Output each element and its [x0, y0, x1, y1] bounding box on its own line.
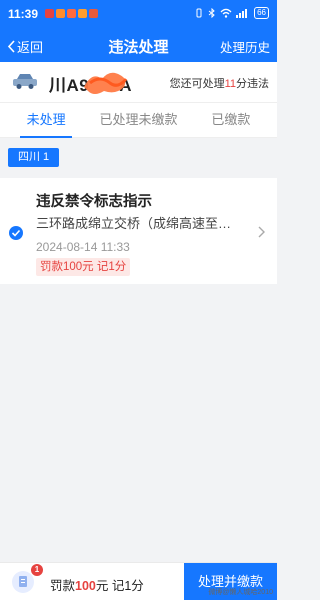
status-time: 11:39 [8, 7, 39, 21]
bottom-bar: 1 罚款100元 记1分 处理并缴款 微博@懒人城哈2010 [0, 562, 277, 600]
process-and-pay-button[interactable]: 处理并缴款 [184, 563, 277, 600]
signal-icon [236, 9, 248, 18]
system-status: 66 [194, 7, 269, 19]
status-bar: 11:39 66 [0, 0, 277, 28]
notification-icons [45, 9, 98, 18]
chevron-right-icon [258, 226, 265, 238]
tab-unprocessed[interactable]: 未处理 [0, 103, 92, 138]
back-chevron-icon [7, 40, 15, 53]
remaining-points-text: 您还可处理11分违法 [169, 78, 269, 90]
redaction-scribble [84, 72, 128, 94]
violation-title: 违反禁令标志指示 [36, 194, 152, 210]
app-notification-icon [89, 9, 98, 18]
wifi-icon [220, 8, 232, 18]
region-tag: 四川 1 [8, 148, 60, 167]
violation-item[interactable]: 违反禁令标志指示 三环路成绵立交桥（成绵高速至… 2024-08-14 11:3… [0, 178, 277, 284]
violation-time: 2024-08-14 11:33 [36, 240, 130, 254]
violation-location: 三环路成绵立交桥（成绵高速至… [36, 216, 232, 231]
bluetooth-icon [208, 8, 215, 18]
document-icon[interactable] [12, 571, 34, 593]
battery-icon: 66 [254, 7, 269, 19]
selected-count-badge: 1 [31, 564, 43, 576]
history-button[interactable]: 处理历史 [220, 37, 270, 56]
vibrate-icon [196, 8, 202, 18]
app-notification-icon [45, 9, 54, 18]
check-circle-icon[interactable] [9, 226, 23, 240]
tab-paid[interactable]: 已缴款 [185, 103, 277, 137]
app-notification-icon [78, 9, 87, 18]
app-notification-icon [67, 9, 76, 18]
plate-card: 川A9 A 您还可处理11分违法 [0, 62, 277, 102]
status-tabs: 未处理 已处理未缴款 已缴款 [0, 102, 277, 138]
nav-bar: 返回 违法处理 处理历史 [0, 30, 277, 60]
back-button[interactable]: 返回 [7, 37, 43, 56]
app-notification-icon [56, 9, 65, 18]
tab-processed-unpaid[interactable]: 已处理未缴款 [92, 103, 184, 137]
back-label: 返回 [17, 40, 44, 55]
violation-fine-badge: 罚款100元 记1分 [36, 258, 131, 276]
fine-summary: 罚款100元 记1分 [50, 579, 144, 593]
car-icon [13, 74, 37, 89]
